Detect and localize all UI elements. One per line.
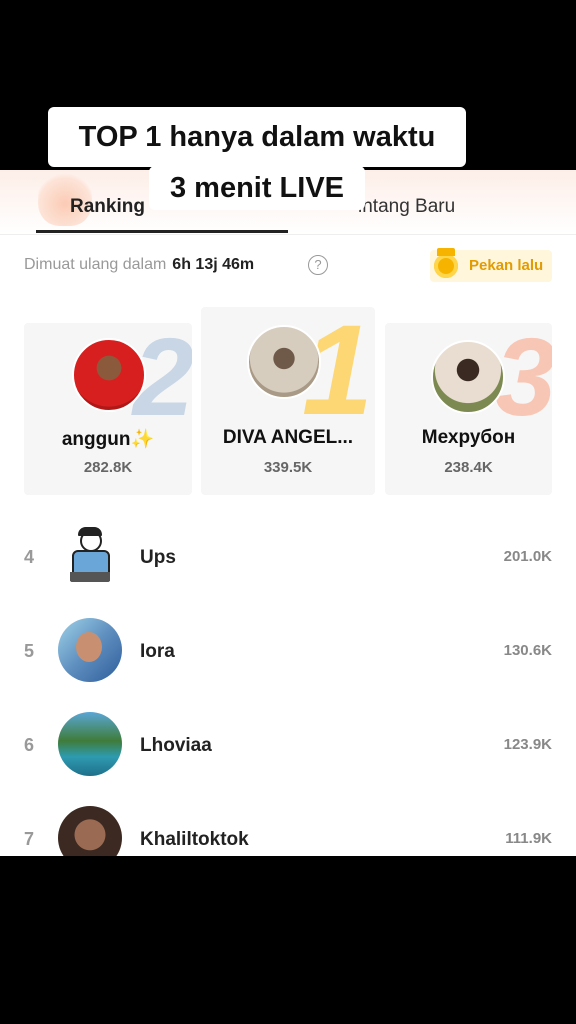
podium-name: Мехрубон <box>421 427 516 448</box>
list-item[interactable]: 6 Lhoviaa 123.9K <box>0 697 576 791</box>
podium-rank-3[interactable]: 3 Мехрубон 238.4K <box>385 323 552 495</box>
refresh-time: 6h 13j 46m <box>172 256 255 273</box>
avatar[interactable] <box>247 325 321 399</box>
list-item[interactable]: 7 Khaliltoktok 111.9K <box>0 791 576 856</box>
list-item[interactable]: 5 Iora 130.6K <box>0 603 576 697</box>
tab-ranking[interactable]: Ranking <box>70 196 145 218</box>
avatar[interactable] <box>58 618 122 682</box>
list-score: 201.0K <box>503 548 552 565</box>
help-icon[interactable]: ? <box>308 255 328 275</box>
list-name: Khaliltoktok <box>140 829 249 850</box>
caption-line-2: 3 menit LIVE <box>149 166 365 210</box>
podium-name: DIVA ANGEL... <box>222 427 354 448</box>
list-name: Lhoviaa <box>140 735 212 756</box>
avatar[interactable] <box>431 340 505 414</box>
list-name: Iora <box>140 641 175 662</box>
list-score: 111.9K <box>505 830 552 847</box>
list-score: 130.6K <box>503 642 552 659</box>
list-name: Ups <box>140 547 176 568</box>
last-week-button[interactable]: Pekan lalu <box>430 248 552 282</box>
podium-score: 339.5K <box>263 459 313 476</box>
list-item[interactable]: 4 Ups 201.0K <box>0 509 576 603</box>
last-week-label: Pekan lalu <box>469 257 544 274</box>
tab-bintang-baru[interactable]: intang Baru <box>358 196 455 218</box>
list-rank: 6 <box>24 735 35 755</box>
podium-score: 238.4K <box>444 459 493 476</box>
list-rank: 7 <box>24 829 35 849</box>
active-tab-indicator <box>36 230 288 233</box>
avatar[interactable] <box>72 338 146 412</box>
list-score: 123.9K <box>503 736 552 753</box>
podium-rank-2[interactable]: 2 anggun✨ 282.8K <box>24 323 192 495</box>
podium-score: 282.8K <box>83 459 133 476</box>
medal-icon <box>434 248 458 278</box>
avatar[interactable] <box>58 524 122 588</box>
caption-line-1: TOP 1 hanya dalam waktu <box>48 107 466 167</box>
avatar[interactable] <box>58 806 122 856</box>
refresh-label: Dimuat ulang dalam <box>24 256 167 273</box>
ranking-screen: Ranking intang Baru Dimuat ulang dalam 6h… <box>0 170 576 856</box>
podium-name: anggun✨ <box>61 429 155 450</box>
refresh-countdown: Dimuat ulang dalam 6h 13j 46m <box>24 256 254 274</box>
podium-rank-1[interactable]: 1 DIVA ANGEL... 339.5K <box>201 307 375 495</box>
list-rank: 4 <box>24 547 35 567</box>
avatar[interactable] <box>58 712 122 776</box>
list-rank: 5 <box>24 641 35 661</box>
